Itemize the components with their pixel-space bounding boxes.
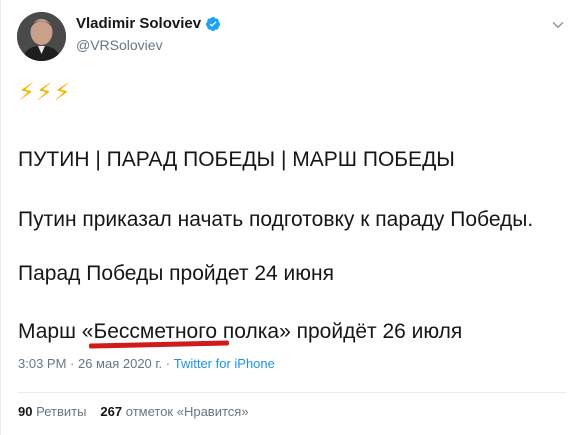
- likes-stat[interactable]: 267 отметок «Нравится»: [100, 404, 248, 419]
- tweet-header: Vladimir Soloviev @VRSoloviev: [17, 12, 567, 64]
- tweet-text-headline: ПУТИН | ПАРАД ПОБЕДЫ | МАРШ ПОБЕДЫ: [18, 148, 455, 171]
- tweet-meta: 3:03 PM · 26 мая 2020 г. · Twitter for i…: [18, 356, 275, 371]
- author-name-row: Vladimir Soloviev: [76, 15, 221, 32]
- author-name[interactable]: Vladimir Soloviev: [76, 15, 201, 32]
- tweet-stats: 90 Ретвиты 267 отметок «Нравится»: [18, 404, 249, 419]
- tweet-text-line-2: Путин приказал начать подготовку к парад…: [18, 208, 534, 231]
- retweets-label: Ретвиты: [36, 404, 87, 419]
- likes-label: отметок «Нравится»: [125, 404, 249, 419]
- avatar-image: [17, 12, 66, 61]
- verified-badge-icon: [206, 16, 221, 31]
- divider: [18, 392, 566, 393]
- avatar[interactable]: [17, 12, 66, 61]
- tweet-source-link[interactable]: Twitter for iPhone: [174, 356, 275, 371]
- tweet-timestamp[interactable]: 3:03 PM · 26 мая 2020 г. ·: [18, 356, 174, 371]
- tweet-text-line-4: Марш «Бессметного полка» пройдёт 26 июля: [18, 320, 463, 343]
- lightning-emoji: ⚡⚡⚡: [18, 79, 72, 106]
- author-handle[interactable]: @VRSoloviev: [76, 37, 163, 53]
- tweet-card: Vladimir Soloviev @VRSoloviev ⚡⚡⚡ ПУТИН …: [0, 0, 580, 435]
- tweet-text-line-3: Парад Победы пройдет 24 июня: [18, 262, 334, 285]
- retweets-count: 90: [18, 404, 33, 419]
- likes-count: 267: [100, 404, 123, 419]
- retweets-stat[interactable]: 90 Ретвиты: [18, 404, 86, 419]
- chevron-down-icon[interactable]: [549, 16, 567, 34]
